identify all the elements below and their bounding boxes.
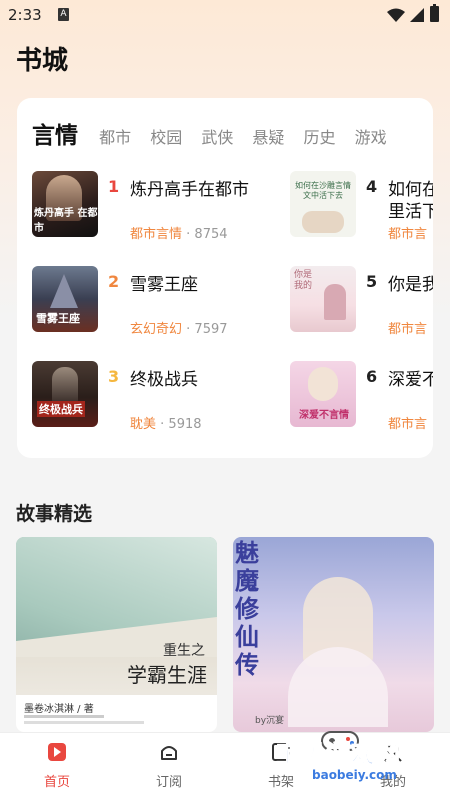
status-bar: 2:33 A bbox=[0, 0, 450, 30]
tab-romance[interactable]: 言情 bbox=[32, 116, 78, 150]
meta-separator: · bbox=[182, 227, 195, 242]
book-meta: 都市言 bbox=[388, 318, 427, 337]
battery-icon bbox=[430, 4, 439, 22]
book-cover: 终极战兵 bbox=[32, 361, 98, 427]
cover-text: 如何在沙雕言情文中活下去 bbox=[295, 181, 351, 200]
book-cover: 你是我的 bbox=[290, 266, 356, 332]
cover-text: 终极战兵 bbox=[37, 401, 85, 417]
tab-game[interactable]: 游戏 bbox=[355, 124, 387, 148]
book-title: 深爱不 bbox=[388, 370, 433, 390]
read-count: 5918 bbox=[168, 417, 202, 432]
book-cover: 炼丹高手 在都市 bbox=[32, 171, 98, 237]
book-title: 雪雾王座 bbox=[130, 275, 198, 295]
sim-icon: A bbox=[58, 8, 69, 21]
tab-mystery[interactable]: 悬疑 bbox=[252, 124, 284, 148]
rank-book-1[interactable]: 炼丹高手 在都市 1 炼丹高手在都市 都市言情 · 8754 bbox=[32, 171, 282, 242]
tab-campus[interactable]: 校园 bbox=[150, 124, 182, 148]
nav-label: 首页 bbox=[43, 775, 70, 790]
book-category: 都市言 bbox=[388, 417, 428, 432]
book-title-line2: 里活下 bbox=[388, 202, 433, 222]
rank-book-3[interactable]: 终极战兵 3 终极战兵 耽美 · 5918 bbox=[32, 361, 282, 432]
watermark-url: baobeiy.com bbox=[312, 768, 397, 782]
story-card-2[interactable]: 魅魔修仙传 by沉宴 bbox=[233, 537, 434, 732]
book-category: 都市言 bbox=[388, 322, 428, 337]
nav-home[interactable]: 首页 bbox=[12, 741, 102, 790]
book-category: 玄幻奇幻 bbox=[130, 322, 183, 337]
bell-icon bbox=[161, 746, 177, 760]
book-title: 炼丹高手在都市 bbox=[130, 180, 249, 200]
story-cover-title-2: 学霸生涯 bbox=[127, 663, 207, 687]
book-category: 都市言 bbox=[388, 227, 428, 242]
category-tabs: 言情 都市 校园 武侠 悬疑 历史 游戏 bbox=[32, 116, 401, 149]
book-meta: 都市言情 · 8754 bbox=[130, 223, 228, 242]
nav-label: 订阅 bbox=[155, 775, 182, 790]
cover-text: 雪雾王座 bbox=[36, 312, 80, 325]
rank-book-2[interactable]: 雪雾王座 2 雪雾王座 玄幻奇幻 · 7597 bbox=[32, 266, 282, 337]
story-author: 墨卷冰淇淋 / 著 bbox=[24, 704, 94, 715]
cover-text: 炼丹高手 在都市 bbox=[34, 208, 98, 234]
rank-book-6[interactable]: 深爱不言情 6 深爱不 都市言 bbox=[290, 361, 433, 432]
rank-number: 1 bbox=[108, 177, 120, 196]
read-count: 7597 bbox=[194, 322, 228, 337]
rank-number: 3 bbox=[108, 367, 120, 386]
tab-history[interactable]: 历史 bbox=[304, 124, 336, 148]
book-cover: 如何在沙雕言情文中活下去 bbox=[290, 171, 356, 237]
rank-book-4[interactable]: 如何在沙雕言情文中活下去 4 如何在 里活下 都市言 bbox=[290, 171, 433, 242]
rank-number: 6 bbox=[366, 367, 378, 386]
nav-subscribe[interactable]: 订阅 bbox=[124, 741, 214, 790]
bookmark-icon bbox=[48, 743, 66, 761]
cover-text: 深爱不言情 bbox=[299, 410, 349, 421]
rank-book-5[interactable]: 你是我的 5 你是我 都市言 bbox=[290, 266, 433, 337]
watermark: 宝贝游戏网 baobeiy.com bbox=[272, 728, 442, 798]
page-title: 书城 bbox=[16, 46, 69, 76]
rank-number: 4 bbox=[366, 177, 378, 196]
rank-number: 5 bbox=[366, 272, 378, 291]
story-card-1[interactable]: 重生之 学霸生涯 墨卷冰淇淋 / 著 bbox=[16, 537, 217, 732]
book-meta: 都市言 bbox=[388, 413, 427, 432]
ranking-card: 言情 都市 校园 武侠 悬疑 历史 游戏 炼丹高手 在都市 1 炼丹高手在都市 … bbox=[17, 98, 433, 458]
story-cover-title: 魅魔修仙传 bbox=[235, 539, 259, 679]
cover-text: 你是我的 bbox=[294, 270, 313, 291]
section-title: 故事精选 bbox=[16, 503, 93, 525]
watermark-title: 宝贝游戏网 bbox=[276, 740, 401, 769]
meta-separator: · bbox=[182, 322, 195, 337]
book-category: 耽美 bbox=[130, 417, 157, 432]
book-cover: 深爱不言情 bbox=[290, 361, 356, 427]
book-title: 终极战兵 bbox=[130, 370, 198, 390]
book-category: 都市言情 bbox=[130, 227, 183, 242]
book-title: 你是我 bbox=[388, 275, 433, 295]
book-meta: 耽美 · 5918 bbox=[130, 413, 202, 432]
book-cover: 雪雾王座 bbox=[32, 266, 98, 332]
signal-icon bbox=[410, 8, 424, 22]
tab-wuxia[interactable]: 武侠 bbox=[201, 124, 233, 148]
rank-number: 2 bbox=[108, 272, 120, 291]
tab-urban[interactable]: 都市 bbox=[99, 124, 131, 148]
meta-separator: · bbox=[156, 417, 169, 432]
read-count: 8754 bbox=[194, 227, 228, 242]
story-cover-title: 重生之 bbox=[163, 643, 205, 659]
book-meta: 都市言 bbox=[388, 223, 427, 242]
story-author: by沉宴 bbox=[255, 716, 285, 726]
status-time: 2:33 bbox=[8, 6, 42, 24]
book-meta: 玄幻奇幻 · 7597 bbox=[130, 318, 228, 337]
wifi-icon bbox=[387, 8, 405, 22]
